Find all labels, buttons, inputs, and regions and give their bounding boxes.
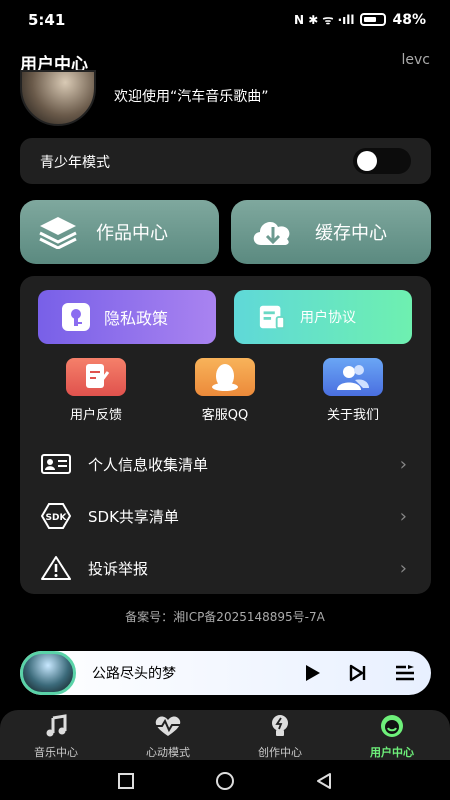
bottom-tab-bar: 音乐中心 心动模式 创作中心 用户中心 bbox=[0, 710, 450, 760]
quick-tiles: 用户反馈 客服QQ 关于我们 bbox=[20, 358, 431, 428]
toggle-knob bbox=[357, 151, 377, 171]
lightbulb-icon bbox=[272, 715, 288, 736]
youth-mode-row: 青少年模式 bbox=[20, 138, 431, 184]
icp-record: 备案号：湘ICP备2025148895号-7A bbox=[125, 610, 325, 624]
tab-label: 创作中心 bbox=[258, 746, 302, 759]
system-nav-bar bbox=[0, 762, 450, 800]
status-icon-strip: N ✱ ᯤ ·ıll bbox=[293, 13, 355, 27]
music-note-icon bbox=[46, 714, 67, 737]
chevron-right-icon: › bbox=[399, 505, 407, 527]
battery-percent: 48% bbox=[392, 11, 426, 28]
settings-panel: 隐私政策 用户协议 用户反馈 客服QQ 关于我们 个人信息收集清单 › SDK … bbox=[20, 276, 431, 594]
user-agreement-label: 用户协议 bbox=[300, 310, 356, 326]
personal-info-list-row[interactable]: 个人信息收集清单 › bbox=[20, 438, 431, 490]
song-title: 公路尽头的梦 bbox=[92, 666, 176, 682]
sdk-list-row[interactable]: SDK SDK共享清单 › bbox=[20, 490, 431, 542]
tab-creation-center[interactable]: 创作中心 bbox=[224, 714, 336, 760]
about-label: 关于我们 bbox=[326, 408, 379, 423]
play-icon[interactable] bbox=[302, 663, 322, 683]
complaint-row[interactable]: 投诉举报 › bbox=[20, 542, 431, 594]
tab-heartbeat-mode[interactable]: 心动模式 bbox=[112, 714, 224, 760]
warning-icon bbox=[40, 555, 72, 581]
youth-mode-label: 青少年模式 bbox=[40, 155, 110, 171]
complaint-label: 投诉举报 bbox=[88, 559, 149, 578]
privacy-policy-button[interactable]: 隐私政策 bbox=[38, 290, 216, 344]
feedback-label: 用户反馈 bbox=[69, 408, 122, 423]
works-center-label: 作品中心 bbox=[96, 223, 168, 244]
qq-icon bbox=[195, 358, 255, 396]
heartbeat-icon bbox=[154, 716, 182, 736]
album-cover[interactable] bbox=[20, 651, 76, 695]
cache-center-button[interactable]: 缓存中心 bbox=[231, 200, 431, 264]
playlist-icon[interactable] bbox=[394, 663, 416, 683]
layers-icon bbox=[39, 217, 77, 249]
works-center-button[interactable]: 作品中心 bbox=[20, 200, 219, 264]
status-time: 5:41 bbox=[28, 11, 66, 29]
tab-label: 心动模式 bbox=[146, 746, 190, 759]
about-users-icon bbox=[323, 358, 383, 396]
id-card-icon bbox=[40, 454, 72, 474]
feedback-tile[interactable]: 用户反馈 bbox=[46, 358, 146, 423]
recent-apps-icon[interactable] bbox=[117, 772, 135, 790]
qq-label: 客服QQ bbox=[201, 408, 249, 423]
mini-player[interactable]: 公路尽头的梦 bbox=[20, 651, 431, 695]
welcome-text: 欢迎使用“汽车音乐歌曲” bbox=[114, 89, 269, 105]
about-tile[interactable]: 关于我们 bbox=[303, 358, 403, 423]
qq-tile[interactable]: 客服QQ bbox=[175, 358, 275, 423]
svg-text:SDK: SDK bbox=[46, 513, 68, 523]
youth-mode-toggle[interactable] bbox=[353, 148, 411, 174]
tab-label: 用户中心 bbox=[370, 746, 414, 759]
tab-music-center[interactable]: 音乐中心 bbox=[0, 714, 112, 760]
personal-info-list-label: 个人信息收集清单 bbox=[88, 455, 209, 474]
chevron-right-icon: › bbox=[399, 557, 407, 579]
user-center-icon bbox=[381, 715, 403, 737]
cloud-download-icon bbox=[253, 221, 290, 245]
status-bar: 5:41 N ✱ ᯤ ·ıll 48% bbox=[0, 0, 450, 40]
avatar[interactable] bbox=[20, 70, 96, 126]
username: levc bbox=[401, 52, 431, 68]
sdk-icon: SDK bbox=[40, 503, 72, 529]
chevron-right-icon: › bbox=[399, 453, 407, 475]
sdk-list-label: SDK共享清单 bbox=[88, 507, 179, 526]
status-icons: N ✱ ᯤ ·ıll 48% bbox=[294, 11, 426, 28]
privacy-policy-label: 隐私政策 bbox=[104, 309, 169, 328]
tab-label: 音乐中心 bbox=[34, 746, 78, 759]
feedback-icon bbox=[66, 358, 126, 396]
next-track-icon[interactable] bbox=[348, 663, 368, 683]
tab-user-center[interactable]: 用户中心 bbox=[336, 714, 448, 760]
back-icon[interactable] bbox=[315, 772, 333, 790]
battery-icon bbox=[360, 13, 387, 26]
privacy-key-icon bbox=[62, 303, 90, 331]
home-icon[interactable] bbox=[215, 771, 235, 791]
cache-center-label: 缓存中心 bbox=[315, 223, 387, 244]
user-agreement-button[interactable]: 用户协议 bbox=[234, 290, 412, 344]
document-icon bbox=[258, 303, 286, 331]
